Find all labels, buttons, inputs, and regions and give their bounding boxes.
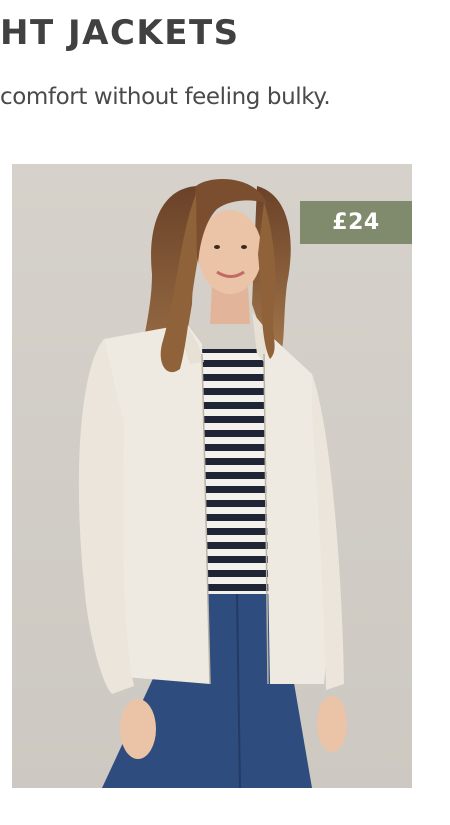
section-subheading: comfort without feeling bulky.: [0, 84, 331, 110]
product-image[interactable]: [12, 164, 412, 788]
product-card[interactable]: £24: [12, 164, 412, 788]
price-badge: £24: [300, 201, 412, 244]
section-heading: HT JACKETS: [0, 13, 240, 53]
